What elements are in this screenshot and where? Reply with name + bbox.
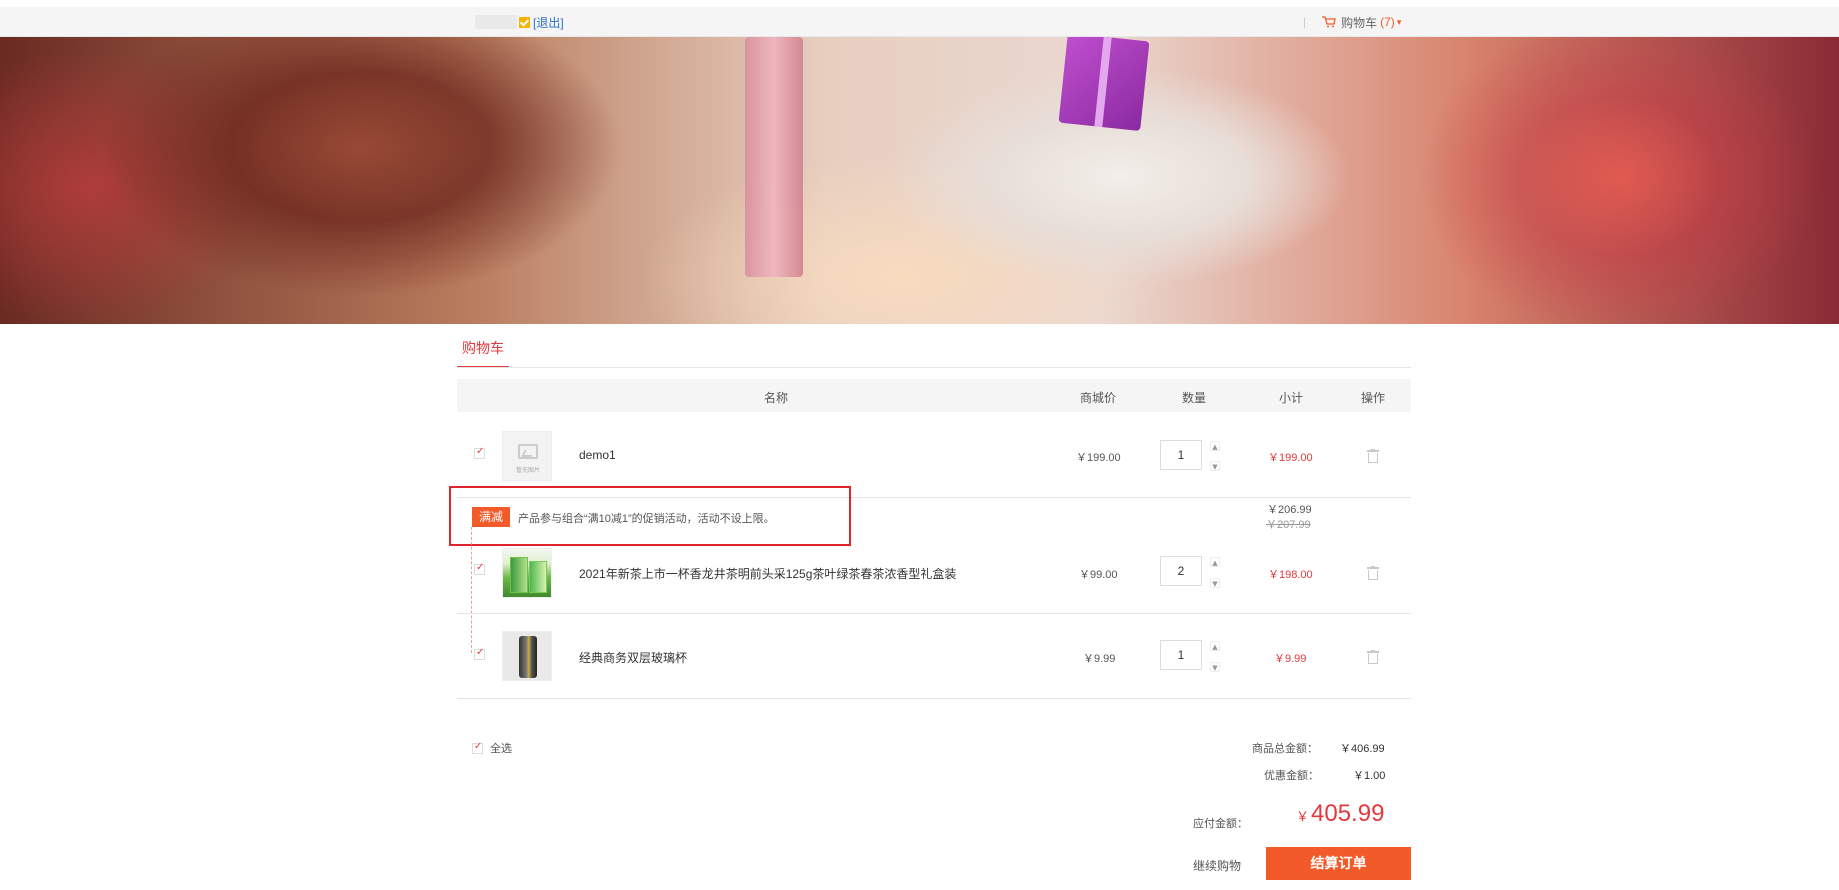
tab-cart[interactable]: 购物车 <box>457 340 509 368</box>
user-area: [退出] <box>475 14 564 30</box>
username-blurred <box>475 15 517 29</box>
product-price: ￥9.99 <box>1083 653 1116 665</box>
currency-symbol: ￥ <box>1296 809 1310 824</box>
total-label: 商品总金额： <box>1252 743 1318 755</box>
item-checkbox[interactable] <box>474 446 485 459</box>
product-name[interactable]: 经典商务双层玻璃杯 <box>579 649 687 666</box>
mini-cart[interactable]: | 购物车 (7) ▾ <box>1303 14 1401 30</box>
qty-increase-button[interactable]: ▲ <box>1210 557 1220 567</box>
payable-label: 应付金额： <box>1193 818 1248 830</box>
qty-decrease-button[interactable]: ▼ <box>1210 461 1220 471</box>
qty-increase-button[interactable]: ▲ <box>1210 441 1220 451</box>
product-price: ￥99.00 <box>1079 569 1118 581</box>
product-name[interactable]: 2021年新茶上市一杯香龙井茶明前头采125g茶叶绿茶春茶浓香型礼盒装 <box>579 565 956 582</box>
payable-amount: ￥405.99 <box>1296 800 1384 828</box>
product-thumbnail[interactable]: 暂无图片 <box>502 431 552 481</box>
item-subtotal: ￥199.00 <box>1268 452 1313 464</box>
product-name[interactable]: demo1 <box>579 448 616 462</box>
mini-cart-label: 购物车 <box>1341 15 1378 30</box>
cup-graphic <box>519 636 537 678</box>
item-subtotal: ￥198.00 <box>1268 569 1313 581</box>
item-checkbox[interactable] <box>474 562 485 575</box>
product-thumbnail[interactable] <box>502 631 552 681</box>
logout-link[interactable]: [退出] <box>533 14 564 31</box>
product-thumbnail[interactable] <box>502 548 552 598</box>
banner-candle-decoration <box>745 37 803 277</box>
quantity-input[interactable]: 2 <box>1160 556 1202 586</box>
select-all-checkbox[interactable] <box>472 741 483 754</box>
trash-icon[interactable] <box>1367 566 1379 580</box>
col-subtotal: 小计 <box>1279 391 1304 405</box>
col-quantity: 数量 <box>1182 391 1207 405</box>
discount-label: 优惠金额： <box>1264 770 1319 782</box>
total-value: ￥406.99 <box>1340 743 1385 755</box>
cart-count-badge: (7) <box>1380 15 1395 29</box>
verified-icon <box>519 16 530 28</box>
select-all-label: 全选 <box>490 743 512 755</box>
hero-banner <box>0 37 1839 324</box>
qty-increase-button[interactable]: ▲ <box>1210 641 1220 651</box>
cart-icon <box>1322 16 1336 28</box>
select-all[interactable]: 全选 <box>472 740 512 756</box>
checkout-button[interactable]: 结算订单 <box>1266 847 1411 880</box>
trash-icon[interactable] <box>1367 650 1379 664</box>
qty-decrease-button[interactable]: ▼ <box>1210 662 1220 672</box>
tab-divider <box>457 367 1411 368</box>
tea-box-graphic <box>510 557 528 593</box>
image-placeholder-icon <box>518 444 538 459</box>
col-mall-price: 商城价 <box>1080 391 1117 405</box>
cart-table-header: 名称 商城价 数量 小计 操作 <box>457 379 1411 412</box>
quantity-input[interactable]: 1 <box>1160 640 1202 670</box>
trash-icon[interactable] <box>1367 449 1379 463</box>
placeholder-text: 暂无图片 <box>515 468 540 474</box>
separator: | <box>1303 15 1307 29</box>
payable-value: 405.99 <box>1311 800 1385 827</box>
qty-decrease-button[interactable]: ▼ <box>1210 578 1220 588</box>
chevron-down-icon: ▾ <box>1396 16 1402 27</box>
quantity-input[interactable]: 1 <box>1160 440 1202 470</box>
tea-box-graphic <box>529 561 547 593</box>
continue-shopping-link[interactable]: 继续购物 <box>1193 857 1241 874</box>
promo-description: 产品参与组合“满10减1”的促销活动，活动不设上限。 <box>518 513 775 525</box>
promo-group-price: ￥206.99 <box>1267 504 1312 516</box>
banner-gift-decoration <box>1058 37 1150 132</box>
col-name: 名称 <box>764 391 789 405</box>
product-price: ￥199.00 <box>1076 452 1121 464</box>
item-subtotal: ￥9.99 <box>1274 653 1307 665</box>
promo-tag: 满减 <box>472 507 510 527</box>
col-action: 操作 <box>1361 391 1386 405</box>
item-checkbox[interactable] <box>474 647 485 660</box>
discount-value: ￥1.00 <box>1353 770 1386 782</box>
top-bar: [退出] | 购物车 (7) ▾ <box>0 0 1839 37</box>
